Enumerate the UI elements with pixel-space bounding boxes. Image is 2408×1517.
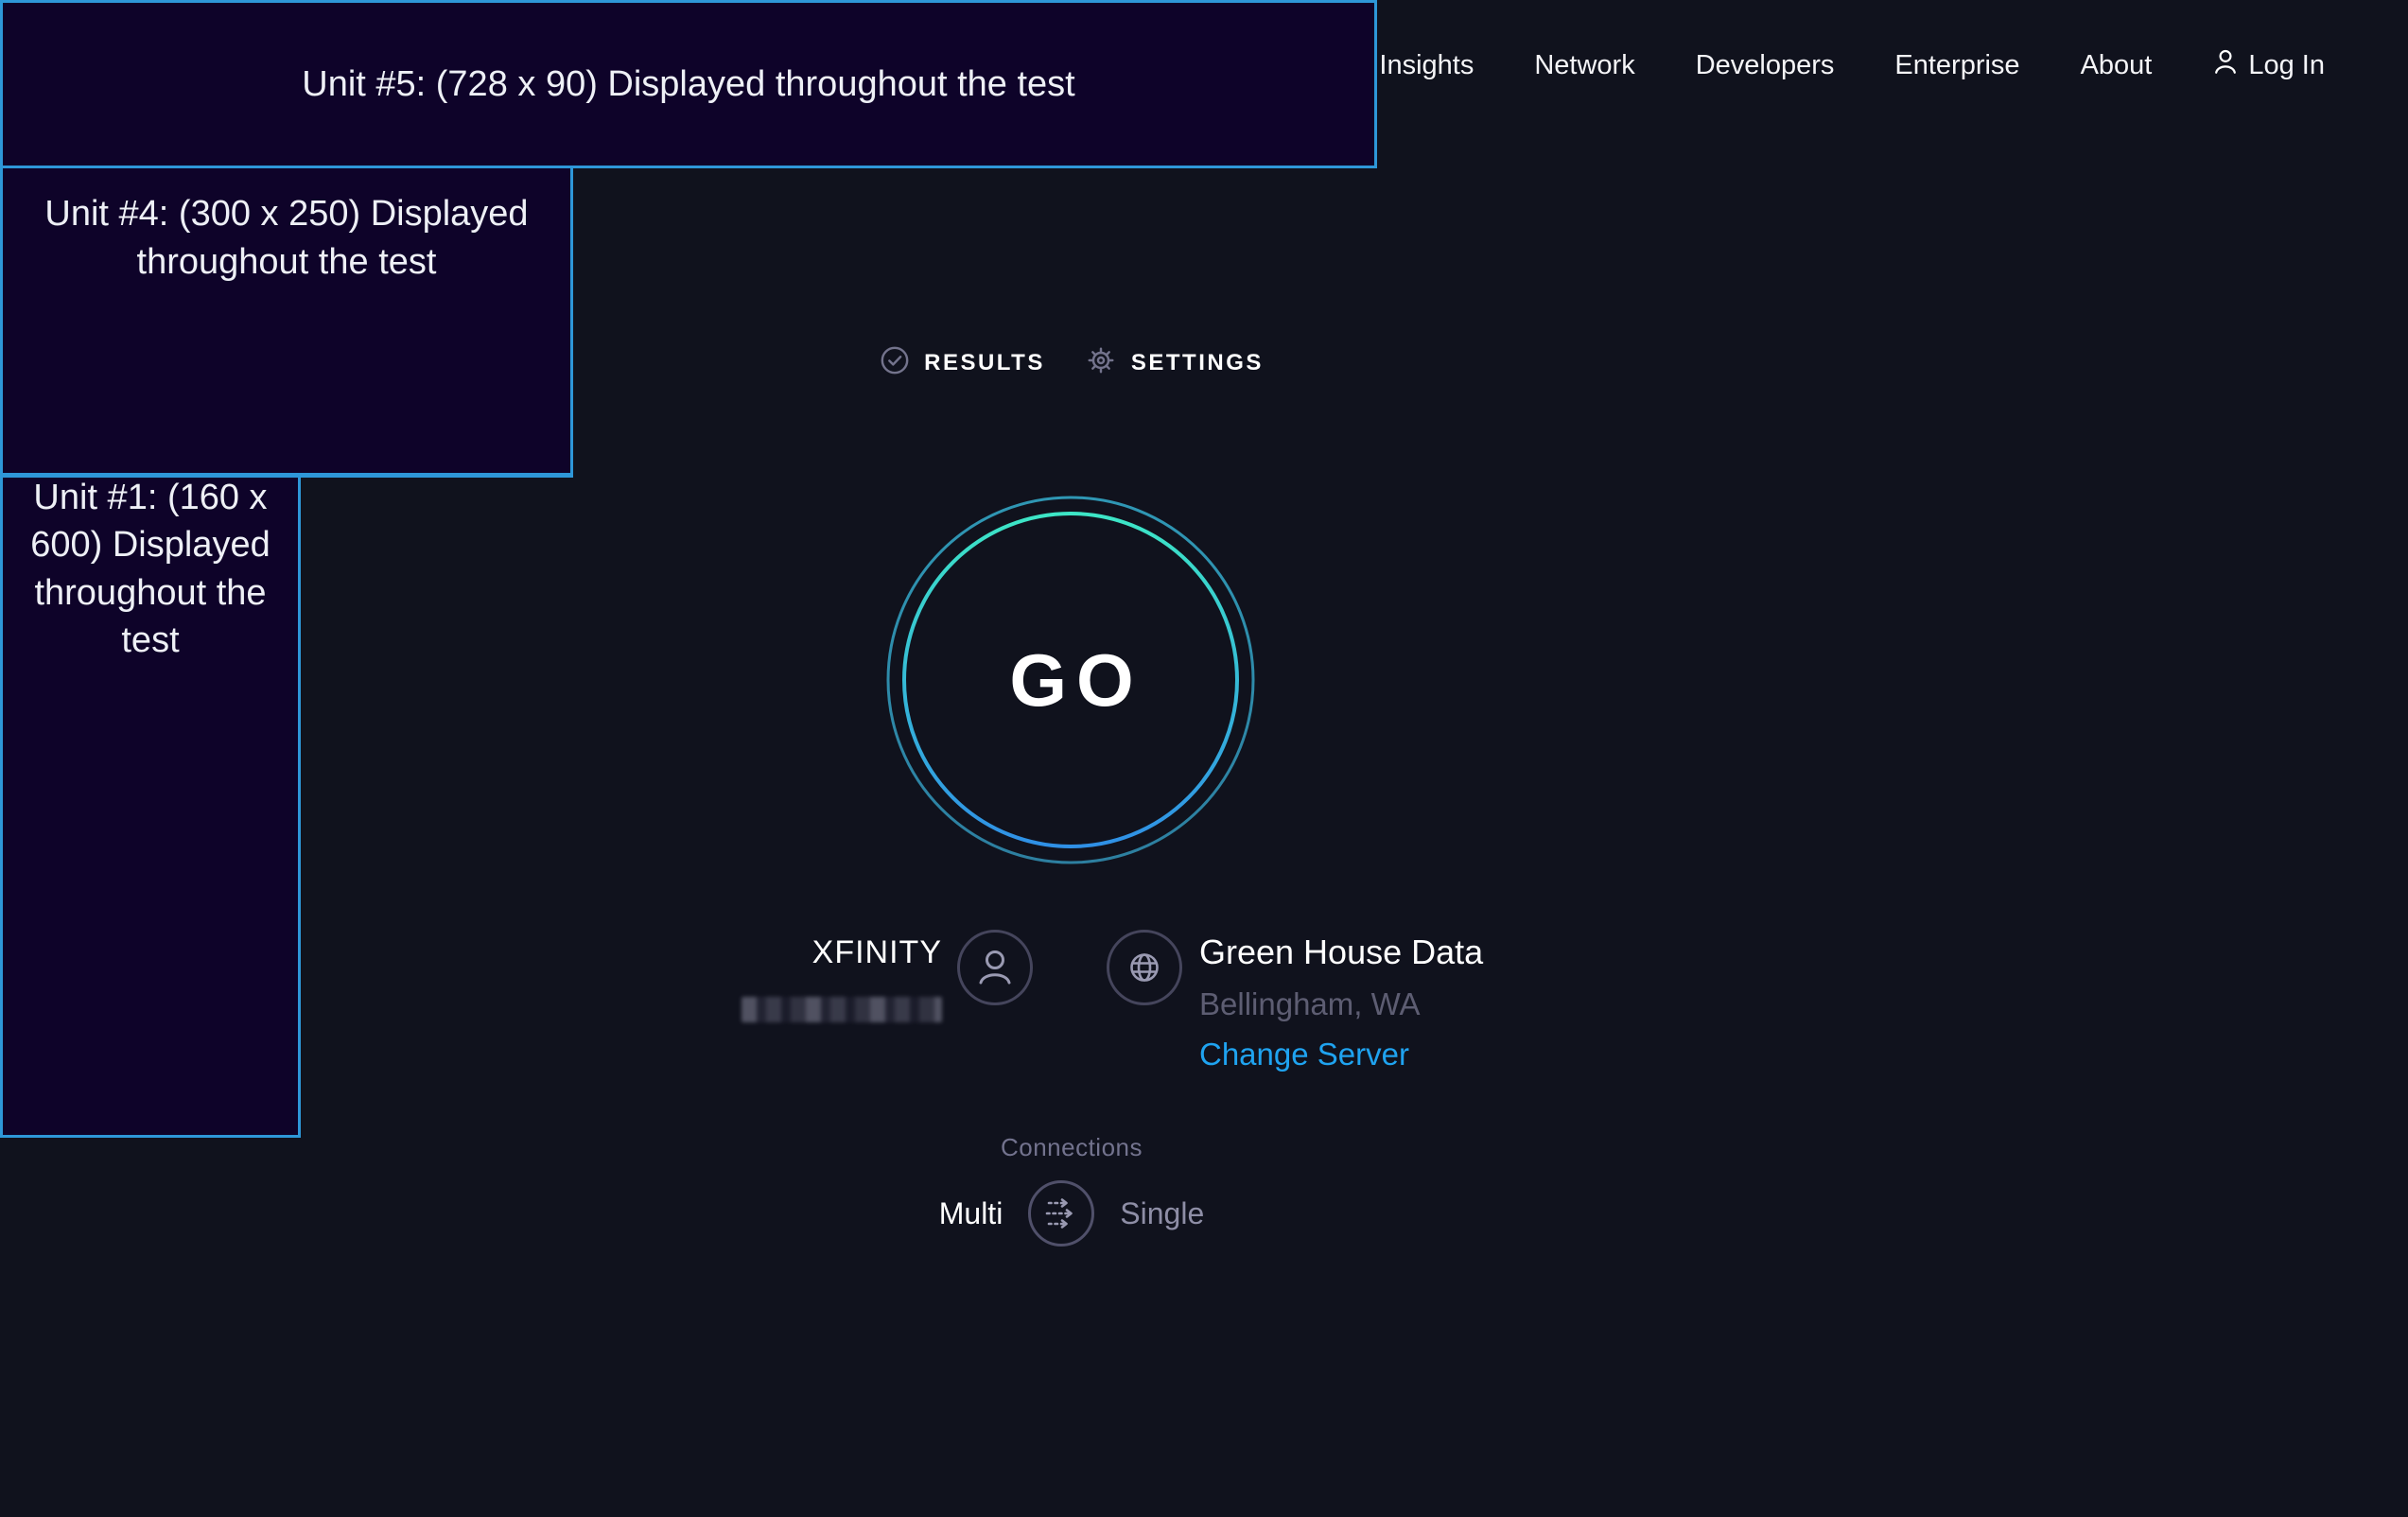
isp-name: XFINITY bbox=[662, 933, 942, 971]
tab-results[interactable]: RESULTS bbox=[880, 345, 1045, 382]
connections-toggle-row: Multi Single bbox=[383, 1179, 1760, 1247]
login-button[interactable]: Log In bbox=[2212, 47, 2325, 84]
server-globe-icon[interactable] bbox=[1106, 929, 1183, 1006]
tab-settings-label: SETTINGS bbox=[1131, 350, 1264, 376]
main-nav: Apps Insights Network Developers Enterpr… bbox=[1256, 47, 2325, 84]
server-info: Green House Data Bellingham, WA Change S… bbox=[1199, 932, 1483, 1075]
server-location: Bellingham, WA bbox=[1199, 984, 1483, 1025]
login-user-icon bbox=[2212, 47, 2239, 84]
connections-multi-option[interactable]: Multi bbox=[939, 1196, 1003, 1231]
server-name: Green House Data bbox=[1199, 932, 1483, 973]
login-label: Log In bbox=[2248, 50, 2325, 81]
nav-item-insights[interactable]: Insights bbox=[1379, 50, 1474, 81]
nav-item-about[interactable]: About bbox=[2081, 50, 2153, 81]
check-circle-icon bbox=[880, 345, 910, 382]
redacted-ip-address bbox=[742, 997, 942, 1022]
go-button[interactable]: GO bbox=[883, 493, 1258, 867]
tabs-row: RESULTS SETTINGS bbox=[383, 339, 1760, 388]
ad-unit-5[interactable]: Unit #5: (728 x 90) Displayed throughout… bbox=[0, 0, 1377, 168]
connections-toggle-icon[interactable] bbox=[1027, 1179, 1095, 1247]
gear-icon bbox=[1085, 344, 1117, 383]
nav-item-developers[interactable]: Developers bbox=[1696, 50, 1835, 81]
nav-item-enterprise[interactable]: Enterprise bbox=[1894, 50, 2019, 81]
ad-unit-4-label: Unit #4: (300 x 250) Displayed throughou… bbox=[14, 190, 559, 285]
tab-settings[interactable]: SETTINGS bbox=[1085, 344, 1264, 383]
ad-unit-1-label: Unit #1: (160 x 600) Displayed throughou… bbox=[14, 474, 287, 664]
nav-item-network[interactable]: Network bbox=[1534, 50, 1634, 81]
connections-label: Connections bbox=[383, 1134, 1760, 1160]
tab-results-label: RESULTS bbox=[924, 350, 1045, 376]
ad-unit-5-label: Unit #5: (728 x 90) Displayed throughout… bbox=[302, 61, 1074, 108]
go-button-label: GO bbox=[883, 493, 1258, 867]
connections-single-option[interactable]: Single bbox=[1120, 1196, 1204, 1231]
isp-user-icon[interactable] bbox=[956, 929, 1034, 1006]
change-server-link[interactable]: Change Server bbox=[1199, 1034, 1483, 1075]
